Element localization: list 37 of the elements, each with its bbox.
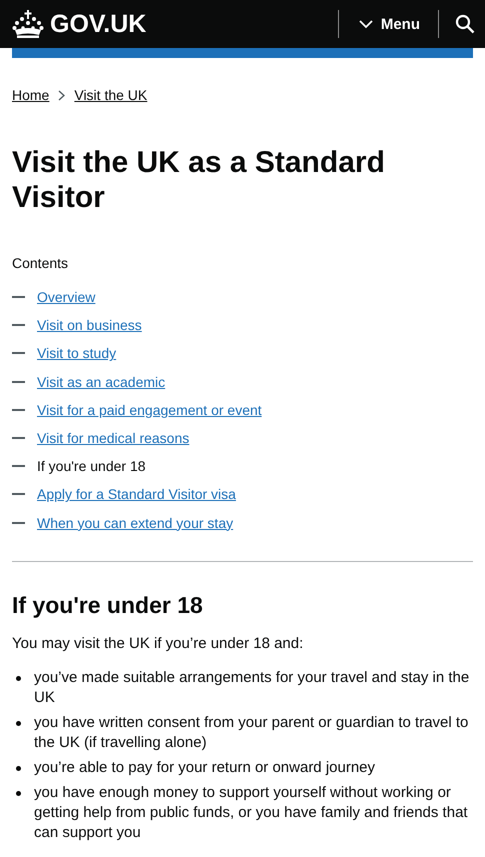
dash-icon xyxy=(12,408,25,411)
site-logo[interactable]: GOV.UK xyxy=(50,10,146,38)
section-heading: If you're under 18 xyxy=(12,592,204,619)
menu-button[interactable]: Menu xyxy=(338,4,438,44)
dash-icon xyxy=(12,522,25,524)
current-contents-item: If you're under 18 xyxy=(37,458,146,474)
contents-link[interactable]: Overview xyxy=(37,289,96,306)
list-item-text: you have enough money to support yourself without working or getting help from public funds, or you have family and friends that can support you xyxy=(34,782,469,843)
dash-icon xyxy=(12,380,25,383)
bullet-icon xyxy=(16,676,21,681)
list-item-text: you’re able to pay for your return or onward journey xyxy=(34,758,376,778)
contents-link[interactable]: When you can extend your stay xyxy=(37,514,234,531)
dash-icon xyxy=(12,437,25,440)
intro-text: You may visit the UK if you’re under 18 and: xyxy=(12,634,304,652)
crown-icon xyxy=(12,9,44,39)
dash-icon xyxy=(12,352,25,354)
dash-icon xyxy=(12,493,25,496)
bullet-icon xyxy=(16,720,21,726)
breadcrumb-link[interactable]: Home xyxy=(12,87,50,103)
chevron-right-icon xyxy=(58,90,66,100)
contents-link[interactable]: Visit as an academic xyxy=(37,374,166,390)
contents-heading: Contents xyxy=(12,255,70,271)
chevron-down-icon xyxy=(358,20,373,28)
contents-link[interactable]: Apply for a Standard Visitor visa xyxy=(37,486,236,502)
dash-icon xyxy=(12,465,25,468)
search-icon xyxy=(455,14,475,34)
list-item-text: you have written consent from your parent or guardian to travel to the UK (if travelling alone) xyxy=(34,712,470,753)
page-title: Visit the UK as a Standard Visitor xyxy=(12,145,386,215)
contents-link[interactable]: Visit on business xyxy=(37,317,142,334)
contents-link[interactable]: Visit to study xyxy=(37,345,116,362)
bullet-icon xyxy=(16,766,21,771)
dash-icon xyxy=(12,324,25,326)
bullet-icon xyxy=(16,790,21,796)
breadcrumb-link[interactable]: Visit the UK xyxy=(74,87,148,103)
contents-link[interactable]: Visit for a paid engagement or event xyxy=(37,402,262,418)
contents-link[interactable]: Visit for medical reasons xyxy=(37,430,190,446)
dash-icon xyxy=(12,296,25,298)
